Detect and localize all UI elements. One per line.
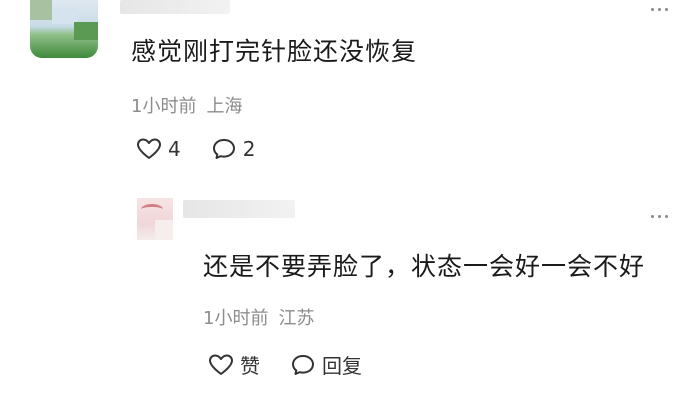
speech-bubble-icon bbox=[292, 354, 314, 375]
reply-like-button[interactable]: 赞 bbox=[208, 350, 260, 379]
reply-actions: 赞 回复 bbox=[208, 350, 392, 379]
reply-more-dots-icon[interactable] bbox=[651, 215, 668, 218]
comment-location: 上海 bbox=[206, 96, 243, 117]
avatar[interactable] bbox=[30, 0, 98, 58]
reply-location: 江苏 bbox=[278, 308, 315, 329]
like-button[interactable]: 4 bbox=[136, 137, 181, 161]
reply-meta: 1小时前 江苏 bbox=[203, 304, 314, 330]
heart-outline-icon bbox=[137, 138, 161, 159]
username-blurred[interactable] bbox=[120, 0, 230, 14]
reply-button[interactable]: 2 bbox=[211, 137, 256, 161]
comment-text: 感觉刚打完针脸还没恢复 bbox=[131, 37, 418, 66]
reply-count: 2 bbox=[242, 137, 256, 161]
reply-time: 1小时前 bbox=[203, 308, 269, 329]
reply-like-label: 赞 bbox=[240, 354, 260, 378]
comment-time: 1小时前 bbox=[131, 96, 197, 117]
like-count: 4 bbox=[168, 137, 181, 161]
heart-outline-icon bbox=[209, 354, 233, 375]
reply-username-blurred[interactable] bbox=[183, 200, 295, 218]
speech-bubble-icon bbox=[212, 139, 235, 159]
reply-avatar[interactable] bbox=[137, 198, 173, 240]
reply-reply-label: 回复 bbox=[322, 354, 362, 378]
more-dots-icon[interactable] bbox=[651, 8, 668, 11]
reply-text: 还是不要弄脸了，状态一会好一会不好 bbox=[203, 252, 646, 281]
reply-reply-button[interactable]: 回复 bbox=[290, 350, 362, 379]
comment-actions: 4 2 bbox=[136, 137, 285, 161]
comment-meta: 1小时前 上海 bbox=[131, 92, 242, 118]
